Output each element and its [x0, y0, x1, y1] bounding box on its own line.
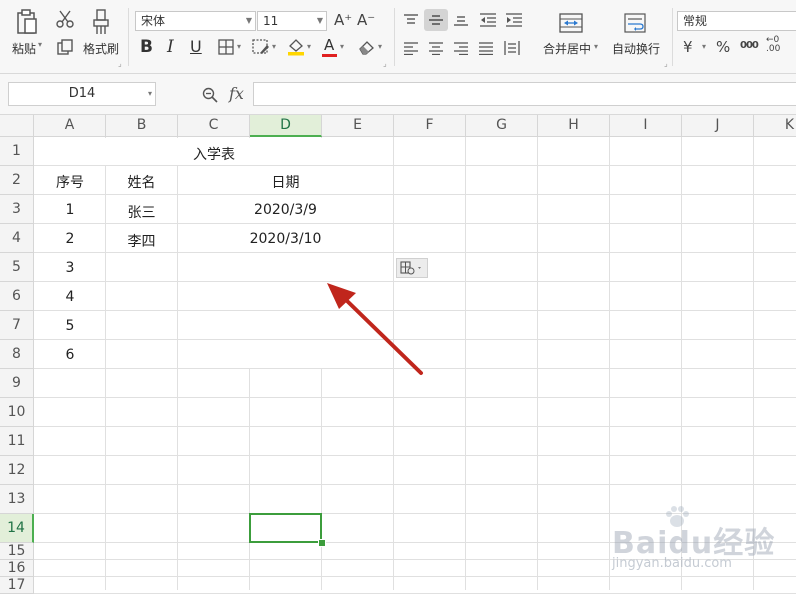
- annotation-arrow: [327, 283, 423, 375]
- watermark-url: jingyan.baidu.com: [612, 556, 732, 571]
